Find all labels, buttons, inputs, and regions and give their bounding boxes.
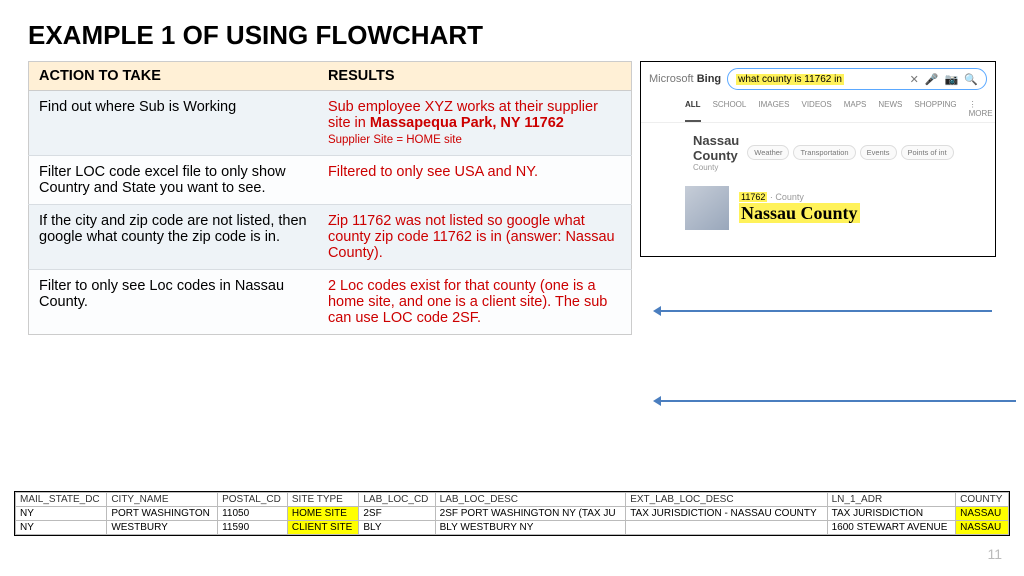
mic-icon[interactable]: 🎤 [925,73,939,86]
excel-col: LAB_LOC_CD [359,493,435,507]
col-action: ACTION TO TAKE [29,62,318,91]
excel-col: SITE TYPE [287,493,358,507]
action-cell: Find out where Sub is Working [29,91,318,156]
result-location: Massapequa Park, NY 11762 [370,115,564,131]
chip-poi[interactable]: Points of int [901,145,954,160]
table-row: Find out where Sub is Working Sub employ… [29,91,632,156]
slide-title: EXAMPLE 1 OF USING FLOWCHART [28,20,996,51]
col-results: RESULTS [318,62,632,91]
excel-row: NYWESTBURY11590CLIENT SITEBLYBLY WESTBUR… [16,521,1009,535]
result-cell: Zip 11762 was not listed so google what … [318,205,632,270]
search-icon[interactable]: 🔍 [964,73,978,86]
tab-maps[interactable]: MAPS [844,96,867,122]
tab-all[interactable]: ALL [685,96,701,122]
action-cell: Filter to only see Loc codes in Nassau C… [29,270,318,335]
table-row: Filter to only see Loc codes in Nassau C… [29,270,632,335]
search-tabs: ALL SCHOOL IMAGES VIDEOS MAPS NEWS SHOPP… [641,96,995,123]
arrow-connector [656,310,992,312]
action-cell: Filter LOC code excel file to only show … [29,156,318,205]
chip-events[interactable]: Events [860,145,897,160]
chip-transport[interactable]: Transportation [793,145,855,160]
close-icon[interactable]: ✕ [910,73,919,86]
knowledge-panel: Nassau County County Weather Transportat… [641,123,995,176]
action-cell: If the city and zip code are not listed,… [29,205,318,270]
result-thumbnail [685,186,729,230]
search-result[interactable]: 11762 · County Nassau County [641,176,995,240]
table-row: Filter LOC code excel file to only show … [29,156,632,205]
arrow-connector [656,400,1016,402]
excel-col: EXT_LAB_LOC_DESC [626,493,827,507]
bing-screenshot: Microsoft Bing what county is 11762 in ✕… [640,61,996,257]
excel-snippet: MAIL_STATE_DC CITY_NAME POSTAL_CD SITE T… [14,491,1010,536]
result-cell: 2 Loc codes exist for that county (one i… [318,270,632,335]
bing-logo: Microsoft Bing [649,73,721,85]
result-type: · County [767,192,804,202]
result-cell: Filtered to only see USA and NY. [318,156,632,205]
lens-icon[interactable]: 📷 [945,73,959,86]
tab-school[interactable]: SCHOOL [713,96,747,122]
excel-col: LN_1_ADR [827,493,956,507]
excel-row: NYPORT WASHINGTON11050HOME SITE2SF2SF PO… [16,507,1009,521]
action-results-table: ACTION TO TAKE RESULTS Find out where Su… [28,61,632,335]
tab-videos[interactable]: VIDEOS [801,96,831,122]
page-number: 11 [987,546,1002,562]
result-note: Supplier Site = HOME site [328,134,462,146]
excel-col: COUNTY [956,493,1009,507]
kg-subtitle: County [693,163,739,172]
tab-images[interactable]: IMAGES [758,96,789,122]
tab-shopping[interactable]: SHOPPING [914,96,956,122]
search-query: what county is 11762 in [736,74,844,85]
table-row: If the city and zip code are not listed,… [29,205,632,270]
excel-col: MAIL_STATE_DC [16,493,107,507]
tab-more[interactable]: ⋮ MORE [969,96,993,122]
result-zip: 11762 [739,192,767,202]
excel-col: LAB_LOC_DESC [435,493,626,507]
result-county: Nassau County [739,203,860,223]
excel-col: POSTAL_CD [218,493,288,507]
tab-news[interactable]: NEWS [878,96,902,122]
search-input[interactable]: what county is 11762 in ✕ 🎤 📷 🔍 [727,68,987,90]
kg-title: Nassau County [693,133,739,163]
excel-col: CITY_NAME [107,493,218,507]
result-cell: Sub employee XYZ works at their supplier… [318,91,632,156]
chip-weather[interactable]: Weather [747,145,789,160]
